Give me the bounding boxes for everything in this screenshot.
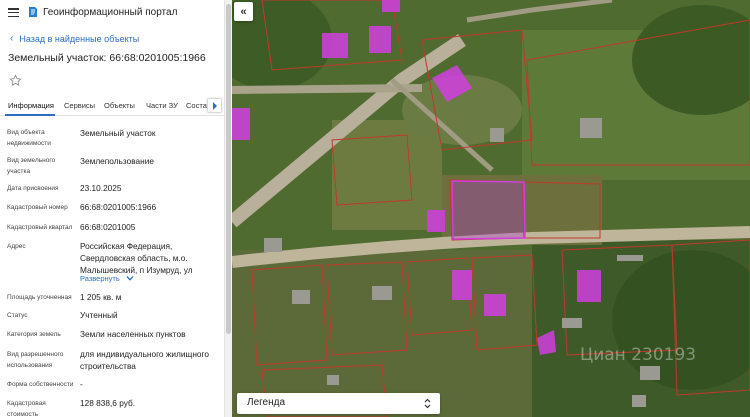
field-label-parcel-type: Вид земельного участка	[7, 157, 56, 175]
tab-objects[interactable]: Объекты	[104, 101, 135, 110]
collapse-panel-button[interactable]: «	[234, 2, 253, 21]
double-chevron-left-icon: «	[240, 5, 247, 18]
field-label-area: Площадь уточненная	[7, 294, 72, 301]
field-label-object-type: Вид объекта недвижимости	[7, 129, 51, 147]
field-label-assignment-date: Дата присвоения	[7, 185, 59, 192]
back-to-results-link[interactable]: ‹ Назад в найденные объекты	[10, 33, 139, 44]
field-value-cadastral-quarter: 66:68:0201005	[80, 222, 136, 232]
field-value-assignment-date: 23.10.2025	[80, 183, 122, 193]
object-title: Земельный участок: 66:68:0201005:1966	[8, 52, 206, 64]
chevron-up-down-icon	[424, 398, 431, 409]
panel-scrollbar[interactable]	[224, 0, 232, 417]
tab-bar: Информация Сервисы Объекты Части ЗУ Сост…	[0, 96, 224, 116]
field-value-land-category: Земли населенных пунктов	[80, 329, 186, 339]
field-value-cadastral-value: 128 838,6 руб.	[80, 398, 136, 408]
field-label-cadastral-value: Кадастровая стоимость	[7, 400, 46, 417]
legend-dropdown[interactable]: Легенда	[237, 393, 440, 414]
hamburger-menu-icon[interactable]	[8, 8, 19, 18]
field-label-cadastral-number: Кадастровый номер	[7, 204, 68, 211]
field-label-address: Адрес	[7, 243, 26, 250]
app-title: Геоинформационный портал	[43, 7, 178, 18]
field-label-permitted-use: Вид разрешенного использования	[7, 351, 64, 369]
field-value-ownership-form: -	[80, 379, 83, 389]
tab-services[interactable]: Сервисы	[64, 101, 95, 110]
back-link-label: Назад в найденные объекты	[19, 33, 140, 44]
field-value-cadastral-number: 66:68:0201005:1966	[80, 202, 157, 212]
address-expand-link[interactable]: Развернуть	[80, 274, 134, 283]
field-value-address: Российская Федерация, Свердловская облас…	[80, 241, 193, 275]
field-label-cadastral-quarter: Кадастровый квартал	[7, 224, 73, 231]
tab-parcel-parts[interactable]: Части ЗУ	[146, 101, 178, 110]
active-tab-indicator	[5, 114, 55, 116]
watermark: Циан 230193	[580, 345, 697, 365]
info-panel: Геоинформационный портал ‹ Назад в найде…	[0, 0, 224, 417]
scrollbar-thumb[interactable]	[226, 4, 231, 334]
portal-logo-icon	[29, 7, 37, 17]
app: Геоинформационный портал ‹ Назад в найде…	[0, 0, 750, 417]
field-value-area: 1 205 кв. м	[80, 292, 122, 302]
tabs-scroll-right-button[interactable]	[207, 98, 222, 113]
tab-information[interactable]: Информация	[8, 101, 54, 110]
field-value-status: Учтенный	[80, 310, 118, 320]
chevron-right-icon	[213, 102, 217, 110]
chevron-left-icon: ‹	[10, 33, 14, 44]
top-bar: Геоинформационный портал	[0, 0, 224, 26]
field-value-permitted-use: для индивидуального жилищного строительс…	[80, 349, 209, 371]
field-label-land-category: Категория земель	[7, 331, 61, 338]
field-label-ownership-form: Форма собственности	[7, 381, 74, 388]
field-value-object-type: Земельный участок	[80, 128, 156, 138]
field-label-status: Статус	[7, 312, 28, 319]
legend-label: Легенда	[247, 397, 286, 408]
favorite-star-icon[interactable]	[9, 74, 22, 87]
expand-label: Развернуть	[80, 274, 120, 283]
field-value-parcel-type: Землепользование	[80, 156, 154, 166]
chevron-down-icon	[126, 276, 134, 281]
